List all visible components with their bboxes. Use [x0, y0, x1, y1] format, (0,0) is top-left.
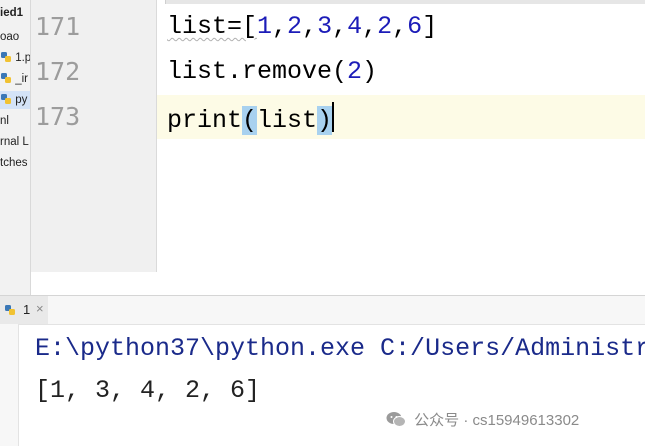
code-token: print [167, 106, 243, 135]
number-literal: 1 [257, 12, 273, 41]
number-literal: 2 [287, 12, 303, 41]
code-token: , [272, 12, 288, 41]
console-output-line: [1, 3, 4, 2, 6] [35, 376, 261, 405]
code-line-171[interactable]: list=[1,2,3,4,2,6] [167, 12, 437, 41]
project-sidebar: ied1 oao 1.p _ir py nl rnal L tches [0, 0, 31, 296]
tree-item-label: nl [0, 115, 9, 127]
number-literal: 2 [347, 57, 363, 86]
python-file-icon [1, 73, 11, 83]
tree-item-file-selected[interactable]: py [0, 91, 30, 109]
code-token: list [257, 106, 318, 135]
code-editor[interactable]: 171 172 173 list=[1,2,3,4,2,6] list.remo… [31, 0, 645, 272]
tree-item-folder[interactable]: oao [0, 28, 19, 46]
code-token: ] [422, 12, 438, 41]
bracket-match-close: ) [317, 106, 333, 135]
number-literal: 3 [317, 12, 333, 41]
console-command-line: E:\python37\python.exe C:/Users/Administ… [35, 334, 645, 363]
watermark-text: 公众号 · cs15949613302 [414, 412, 580, 429]
run-tab-label: 1 [23, 302, 31, 317]
tree-item-label: 1.p [15, 52, 31, 64]
project-root-label: ied1 [0, 7, 24, 19]
code-token: ) [362, 57, 378, 86]
python-file-icon [1, 94, 11, 104]
number-literal: 6 [407, 12, 423, 41]
tree-item-scratches[interactable]: tches [0, 154, 28, 172]
text-caret [332, 102, 335, 132]
line-number: 172 [35, 57, 81, 86]
run-toolbar [0, 324, 19, 446]
watermark: 公众号 · cs15949613302 [386, 409, 579, 430]
code-token: , [302, 12, 318, 41]
tree-item-label: _ir [15, 73, 28, 85]
run-tab[interactable]: 1 × [0, 296, 48, 324]
wechat-icon [386, 412, 406, 427]
close-icon[interactable]: × [36, 301, 44, 316]
tree-item-file-1[interactable]: 1.p [0, 49, 31, 67]
number-literal: 2 [377, 12, 393, 41]
project-root-item[interactable]: ied1 [0, 4, 23, 22]
code-token: , [362, 12, 378, 41]
tree-item-label: rnal L [0, 136, 29, 148]
run-panel-header: 1 × [0, 296, 645, 325]
tree-item-nl[interactable]: nl [0, 112, 9, 130]
tree-item-label: oao [0, 31, 20, 43]
line-number: 171 [35, 12, 81, 41]
tree-item-label: tches [0, 157, 28, 169]
code-token: list=[ [167, 12, 258, 41]
line-number: 173 [35, 102, 81, 131]
tree-item-file-init[interactable]: _ir [0, 70, 28, 88]
bracket-match-open: ( [242, 106, 258, 135]
code-token: , [392, 12, 408, 41]
code-line-173[interactable]: print(list) [167, 102, 335, 135]
python-file-icon [1, 52, 11, 62]
code-token: , [332, 12, 348, 41]
code-token: list.remove( [167, 57, 348, 86]
code-line-172[interactable]: list.remove(2) [167, 57, 377, 86]
tree-item-label: py [15, 94, 28, 106]
number-literal: 4 [347, 12, 363, 41]
python-run-icon [5, 305, 15, 315]
tree-item-external-libraries[interactable]: rnal L [0, 133, 29, 151]
